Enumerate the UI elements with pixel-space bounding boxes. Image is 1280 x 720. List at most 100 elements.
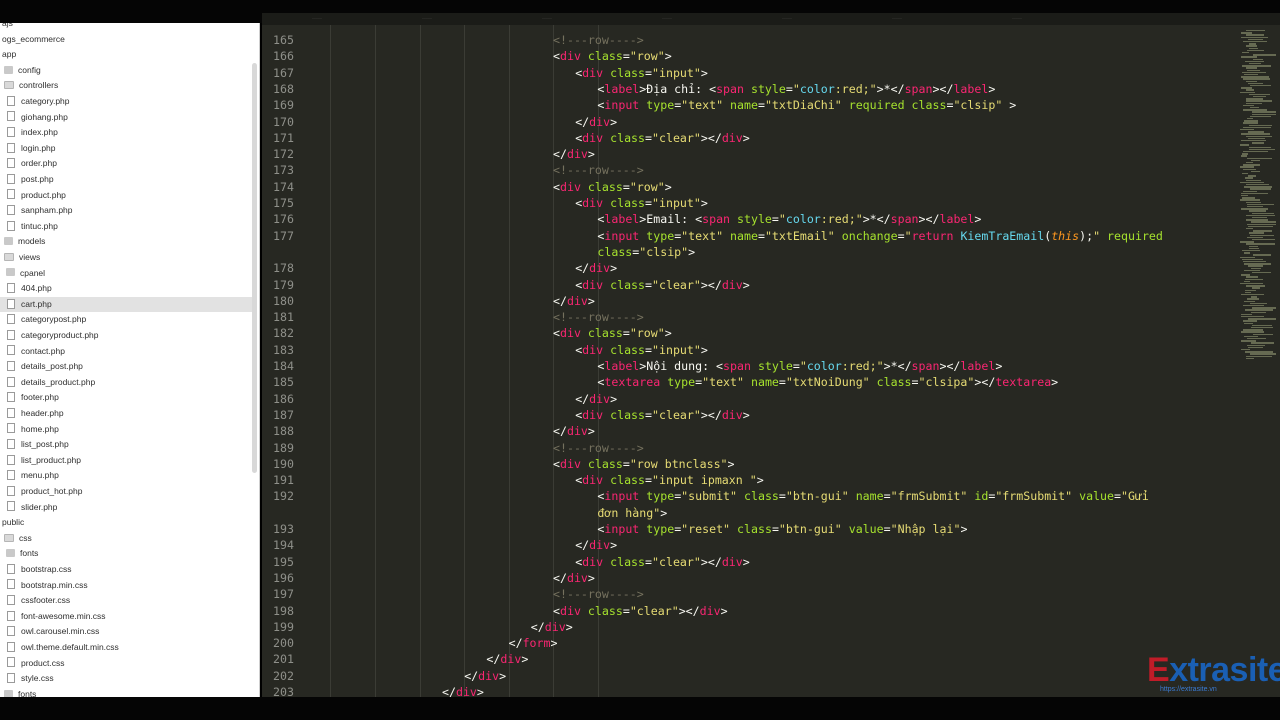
code-line[interactable]: </div> — [464, 668, 506, 684]
file-item[interactable]: owl.carousel.min.css — [0, 624, 257, 640]
editor-tab-bar[interactable]: ····· ····· ····· ····· ····· ····· ····… — [262, 13, 1280, 25]
code-editor[interactable]: 165 166 167 168 169 170 171 172 173 174 175 176 177 1… — [262, 25, 1280, 697]
code-line[interactable]: đơn hàng"> — [597, 505, 667, 521]
file-item[interactable]: bootstrap.css — [0, 562, 257, 578]
code-line[interactable]: </div> — [553, 146, 595, 162]
file-item[interactable]: list_post.php — [0, 437, 257, 453]
editor-tab[interactable]: ····· — [662, 16, 672, 24]
file-item[interactable]: post.php — [0, 172, 257, 188]
tree-node[interactable]: app — [0, 47, 253, 63]
file-item[interactable]: home.php — [0, 422, 257, 438]
file-item[interactable]: index.php — [0, 125, 257, 141]
code-line[interactable]: <!---row----> — [553, 32, 644, 48]
file-item[interactable]: bootstrap.min.css — [0, 578, 257, 594]
code-line[interactable]: </div> — [575, 537, 617, 553]
code-line[interactable]: <div class="input"> — [575, 65, 708, 81]
file-item[interactable]: font-awesome.min.css — [0, 609, 257, 625]
file-item[interactable]: list_product.php — [0, 453, 257, 469]
code-line[interactable]: <input type="text" name="txtDiaChi" requ… — [597, 97, 1016, 113]
file-item[interactable]: categoryproduct.php — [0, 328, 257, 344]
code-line[interactable]: <!---row----> — [553, 586, 644, 602]
code-line[interactable]: </div> — [531, 619, 573, 635]
code-line[interactable]: <!---row----> — [553, 162, 644, 178]
minimap-line — [1242, 258, 1263, 261]
file-item[interactable]: style.css — [0, 671, 257, 687]
code-line[interactable]: <textarea type="text" name="txtNoiDung" … — [597, 374, 1058, 390]
file-item[interactable]: product_hot.php — [0, 484, 257, 500]
file-item[interactable]: order.php — [0, 156, 257, 172]
code-line[interactable]: <div class="clear"></div> — [575, 277, 750, 293]
code-line[interactable]: <div class="clear"></div> — [575, 130, 750, 146]
editor-tab[interactable]: ····· — [1012, 16, 1022, 24]
code-line[interactable]: </div> — [553, 423, 595, 439]
tree-node[interactable]: ajs — [0, 23, 253, 32]
editor-tab[interactable]: ····· — [782, 16, 792, 24]
code-line[interactable]: <!---row----> — [553, 309, 644, 325]
folder-item[interactable]: views — [0, 250, 255, 266]
code-line[interactable]: <label>Email: <span style="color:red;">*… — [597, 211, 981, 227]
file-item[interactable]: details_product.php — [0, 375, 257, 391]
code-line[interactable]: <label>Địa chỉ: <span style="color:red;"… — [597, 81, 995, 97]
folder-item[interactable]: controllers — [0, 78, 255, 94]
code-line[interactable]: <div class="input"> — [575, 195, 708, 211]
code-line[interactable]: <div class="row"> — [553, 48, 672, 64]
file-item[interactable]: categorypost.php — [0, 312, 257, 328]
file-item[interactable]: cart.php — [0, 296, 257, 313]
code-line[interactable]: </div> — [575, 391, 617, 407]
editor-tab[interactable]: ····· — [422, 16, 432, 24]
code-line[interactable]: <div class="input"> — [575, 342, 708, 358]
minimap[interactable] — [1236, 30, 1280, 370]
file-item[interactable]: tintuc.php — [0, 219, 257, 235]
folder-item[interactable]: fonts — [0, 546, 257, 562]
file-item[interactable]: slider.php — [0, 500, 257, 516]
tree-node[interactable]: ogs_ecommerce — [0, 32, 253, 48]
code-line[interactable]: <div class="clear"></div> — [575, 554, 750, 570]
file-item[interactable]: category.php — [0, 94, 257, 110]
code-line[interactable]: <label>Nội dung: <span style="color:red;… — [597, 358, 1002, 374]
project-sidebar[interactable]: ajs ogs_ecommerce app config controllers cate… — [0, 23, 260, 697]
code-line[interactable]: </div> — [553, 570, 595, 586]
file-item[interactable]: product.css — [0, 656, 257, 672]
code-line[interactable]: class="clsip"> — [597, 244, 695, 260]
code-line[interactable]: <div class="row"> — [553, 179, 672, 195]
folder-item[interactable]: css — [0, 531, 255, 547]
code-line[interactable]: <input type="text" name="txtEmail" oncha… — [597, 228, 1163, 244]
code-line[interactable]: <div class="clear"></div> — [575, 407, 750, 423]
file-item[interactable]: login.php — [0, 141, 257, 157]
code-line[interactable]: <input type="reset" class="btn-gui" valu… — [597, 521, 967, 537]
code-token: "clear" — [652, 554, 701, 569]
code-line[interactable]: </div> — [575, 260, 617, 276]
file-item[interactable]: giohang.php — [0, 110, 257, 126]
code-line[interactable]: <div class="input ipmaxn "> — [575, 472, 764, 488]
code-line[interactable]: <!---row----> — [553, 440, 644, 456]
sidebar-scrollbar[interactable] — [252, 63, 257, 473]
editor-tab[interactable]: ····· — [892, 16, 902, 24]
editor-tab[interactable]: ····· — [312, 16, 322, 24]
file-item[interactable]: owl.theme.default.min.css — [0, 640, 257, 656]
file-item[interactable]: header.php — [0, 406, 257, 422]
code-line[interactable]: </form> — [509, 635, 558, 651]
file-item[interactable]: product.php — [0, 188, 257, 204]
file-item[interactable]: sanpham.php — [0, 203, 257, 219]
editor-tab[interactable]: ····· — [542, 16, 552, 24]
code-line[interactable]: </div> — [486, 651, 528, 667]
file-item[interactable]: footer.php — [0, 390, 257, 406]
file-item[interactable]: details_post.php — [0, 359, 257, 375]
file-item[interactable]: cssfooter.css — [0, 593, 257, 609]
tree-node[interactable]: public — [0, 515, 253, 531]
code-line[interactable]: </div> — [575, 114, 617, 130]
folder-item[interactable]: fonts — [0, 687, 255, 697]
code-line[interactable]: <div class="row"> — [553, 325, 672, 341]
file-item[interactable]: menu.php — [0, 468, 257, 484]
code-line[interactable]: </div> — [553, 293, 595, 309]
code-line[interactable]: <div class="row btnclass"> — [553, 456, 735, 472]
file-item[interactable]: contact.php — [0, 344, 257, 360]
code-line[interactable]: </div> — [442, 684, 484, 697]
folder-item[interactable]: config — [0, 63, 255, 79]
minimap-line — [1246, 228, 1253, 230]
code-line[interactable]: <div class="clear"></div> — [553, 603, 728, 619]
code-line[interactable]: <input type="submit" class="btn-gui" nam… — [597, 488, 1149, 504]
folder-item[interactable]: models — [0, 234, 255, 250]
file-item[interactable]: 404.php — [0, 281, 257, 297]
folder-item[interactable]: cpanel — [0, 266, 257, 282]
